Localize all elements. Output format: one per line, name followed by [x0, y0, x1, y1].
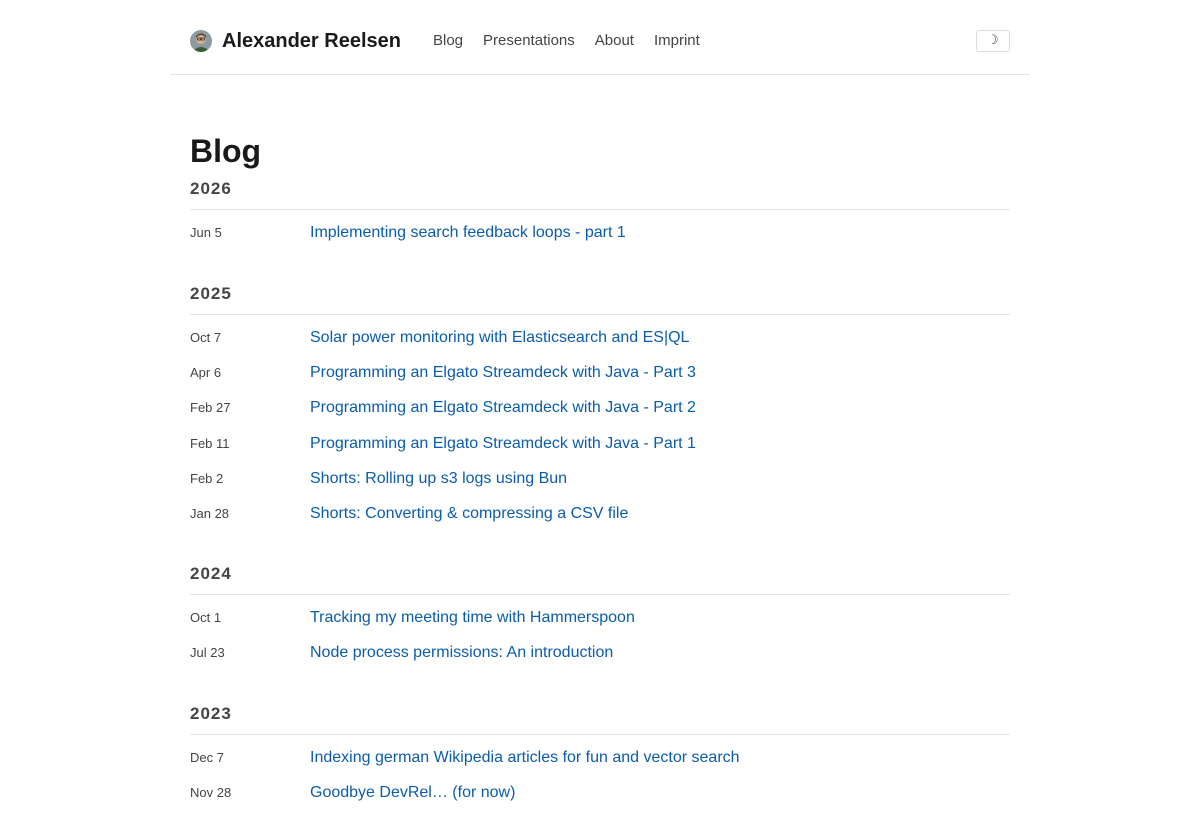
post-date: Feb 2: [190, 470, 224, 486]
avatar: [190, 30, 212, 52]
post-date: Jun 5: [190, 225, 222, 240]
post-link[interactable]: Implementing search feedback loops - par…: [310, 224, 626, 242]
post-date: Jul 23: [190, 645, 225, 661]
post-date: Oct 1: [190, 610, 222, 625]
list-item: Jan 28 Shorts: Converting & compressing …: [190, 505, 1010, 540]
main-content: Blog 2026 Jun 5 Implementing search feed…: [190, 130, 1010, 819]
year-heading: 2024: [190, 557, 1010, 595]
page-title: Blog: [190, 133, 262, 169]
post-link[interactable]: Node process permissions: An introductio…: [310, 644, 613, 662]
list-item: Jun 5 Implementing search feedback loops…: [190, 224, 1010, 259]
post-link[interactable]: Solar power monitoring with Elasticsearc…: [310, 329, 689, 347]
post-list: Dec 7 Indexing german Wikipedia articles…: [190, 735, 1010, 819]
post-date: Nov 28: [190, 785, 232, 801]
post-date: Apr 6: [190, 365, 222, 381]
year-section-2023: 2023 Dec 7 Indexing german Wikipedia art…: [190, 697, 1010, 819]
nav-blog[interactable]: Blog: [433, 31, 463, 51]
list-item: Feb 27 Programming an Elgato Streamdeck …: [190, 399, 1010, 434]
list-item: Feb 2 Shorts: Rolling up s3 logs using B…: [190, 470, 1010, 505]
post-date: Feb 11: [190, 435, 230, 451]
post-link[interactable]: Shorts: Rolling up s3 logs using Bun: [310, 470, 567, 488]
nav-about[interactable]: About: [595, 31, 634, 51]
site-title: Alexander Reelsen: [222, 30, 401, 52]
year-section-2025: 2025 Oct 7 Solar power monitoring with E…: [190, 277, 1010, 557]
post-link[interactable]: Programming an Elgato Streamdeck with Ja…: [310, 364, 696, 382]
list-item: Dec 7 Indexing german Wikipedia articles…: [190, 749, 1010, 784]
post-date: Feb 27: [190, 400, 231, 416]
post-link[interactable]: Indexing german Wikipedia articles for f…: [310, 749, 740, 767]
list-item: Feb 11 Programming an Elgato Streamdeck …: [190, 435, 1010, 470]
year-heading: 2026: [190, 172, 1010, 210]
site-header: Alexander Reelsen Blog Presentations Abo…: [170, 0, 1030, 75]
home-link[interactable]: Alexander Reelsen: [190, 30, 401, 52]
nav-imprint[interactable]: Imprint: [654, 31, 700, 51]
post-link[interactable]: Tracking my meeting time with Hammerspoo…: [310, 609, 635, 627]
post-date: Dec 7: [190, 750, 224, 765]
post-date: Oct 7: [190, 330, 222, 345]
list-item: Nov 28 Goodbye DevRel… (for now): [190, 784, 1010, 819]
year-heading: 2023: [190, 697, 1010, 735]
post-link[interactable]: Shorts: Converting & compressing a CSV f…: [310, 505, 628, 523]
main-nav: Blog Presentations About Imprint: [433, 31, 720, 51]
post-list: Oct 1 Tracking my meeting time with Hamm…: [190, 595, 1010, 679]
list-item: Oct 1 Tracking my meeting time with Hamm…: [190, 609, 1010, 644]
list-item: Apr 6 Programming an Elgato Streamdeck w…: [190, 364, 1010, 399]
post-list: Jun 5 Implementing search feedback loops…: [190, 210, 1010, 259]
moon-icon: ☽: [987, 33, 999, 48]
post-link[interactable]: Programming an Elgato Streamdeck with Ja…: [310, 435, 696, 453]
post-date: Jan 28: [190, 505, 230, 521]
list-item: Jul 23 Node process permissions: An intr…: [190, 644, 1010, 679]
post-list: Oct 7 Solar power monitoring with Elasti…: [190, 315, 1010, 540]
year-section-2024: 2024 Oct 1 Tracking my meeting time with…: [190, 557, 1010, 697]
year-heading: 2025: [190, 277, 1010, 315]
post-link[interactable]: Goodbye DevRel… (for now): [310, 784, 515, 802]
post-link[interactable]: Programming an Elgato Streamdeck with Ja…: [310, 399, 696, 417]
theme-toggle-button[interactable]: ☽: [976, 30, 1010, 52]
list-item: Oct 7 Solar power monitoring with Elasti…: [190, 329, 1010, 364]
year-section-2026: 2026 Jun 5 Implementing search feedback …: [190, 172, 1010, 277]
nav-presentations[interactable]: Presentations: [483, 31, 575, 51]
